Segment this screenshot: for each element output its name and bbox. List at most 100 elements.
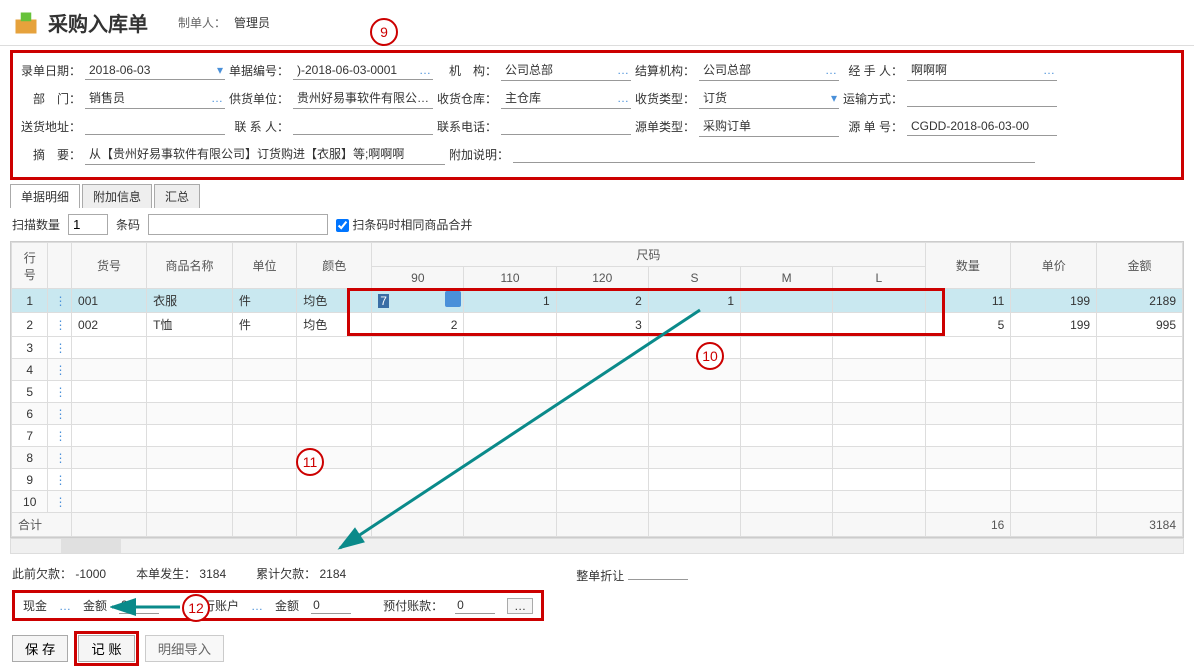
bank-picker[interactable]: …: [251, 599, 263, 613]
col-row: 行号: [12, 243, 48, 289]
bank-amt-label: 金额: [275, 597, 299, 614]
grid: 行号 货号 商品名称 单位 颜色 尺码 数量 单价 金额 90 110 120 …: [10, 241, 1184, 538]
size-cell[interactable]: 7: [372, 289, 464, 313]
tab-detail[interactable]: 单据明细: [10, 184, 80, 208]
prev-debt-label: 此前欠款：: [12, 567, 72, 581]
recv-type-field[interactable]: 订货▾: [699, 87, 839, 109]
page-title: 采购入库单: [48, 8, 148, 37]
warehouse-field[interactable]: 主仓库…: [501, 87, 631, 109]
tab-summary[interactable]: 汇总: [154, 184, 200, 208]
table-row[interactable]: 4⋮: [12, 359, 1183, 381]
size-cell[interactable]: [833, 313, 925, 337]
ship-field[interactable]: [907, 89, 1057, 107]
titlebar: 采购入库单 制单人： 管理员: [0, 0, 1194, 46]
cell-amount: 995: [1097, 313, 1183, 337]
sum-label: 累计欠款：: [256, 567, 316, 581]
callout-11: 11: [296, 448, 324, 476]
docno-field[interactable]: )-2018-06-03-0001…: [293, 61, 433, 80]
callout-12: 12: [182, 594, 210, 622]
tab-extra[interactable]: 附加信息: [82, 184, 152, 208]
cell-sku: 002: [72, 313, 147, 337]
supplier-field[interactable]: 贵州好易事软件有限公…: [293, 87, 433, 109]
col-name: 商品名称: [147, 243, 233, 289]
col-qty: 数量: [925, 243, 1011, 289]
ellipsis-icon[interactable]: …: [821, 63, 839, 77]
phone-label: 联系电话：: [437, 118, 497, 135]
calculator-icon[interactable]: [445, 291, 461, 307]
cash-picker[interactable]: …: [59, 599, 71, 613]
summary-field[interactable]: 从【贵州好易事软件有限公司】订货购进【衣服】等;啊啊啊: [85, 143, 445, 165]
table-row[interactable]: 5⋮: [12, 381, 1183, 403]
save-button[interactable]: 保 存: [12, 635, 68, 662]
size-cell[interactable]: [464, 313, 556, 337]
table-row[interactable]: 3⋮: [12, 337, 1183, 359]
table-row[interactable]: 6⋮: [12, 403, 1183, 425]
app-icon: [12, 9, 40, 37]
table-row[interactable]: 7⋮: [12, 425, 1183, 447]
dept-label: 部 门：: [21, 90, 81, 107]
discount-field[interactable]: [628, 562, 688, 580]
post-button[interactable]: 记 账: [78, 635, 134, 662]
scroll-thumb[interactable]: [61, 539, 121, 553]
col-amount: 金额: [1097, 243, 1183, 289]
date-field[interactable]: 2018-06-03▾: [85, 61, 225, 80]
merge-check[interactable]: 扫条码时相同商品合并: [336, 216, 472, 233]
cell-price: 199: [1011, 313, 1097, 337]
size-cell[interactable]: [741, 289, 833, 313]
scan-qty-input[interactable]: [68, 214, 108, 235]
bank-amt[interactable]: 0: [311, 597, 351, 614]
merge-checkbox[interactable]: [336, 219, 349, 232]
row-delete-icon[interactable]: ⋮: [48, 313, 72, 337]
size-cell[interactable]: [833, 289, 925, 313]
size-cell[interactable]: [741, 313, 833, 337]
settle-org-label: 结算机构：: [635, 62, 695, 79]
row-no: 1: [12, 289, 48, 313]
extra-field[interactable]: [513, 145, 1035, 163]
table-row[interactable]: 1⋮001衣服件均色7121111992189: [12, 289, 1183, 313]
this-val: 3184: [199, 567, 226, 581]
size-cell[interactable]: [648, 313, 740, 337]
dept-field[interactable]: 销售员…: [85, 87, 225, 109]
ellipsis-icon[interactable]: …: [1039, 63, 1057, 77]
discount-label: 整单折让: [576, 569, 624, 583]
settle-org-field[interactable]: 公司总部…: [699, 59, 839, 81]
supplier-label: 供货单位：: [229, 90, 289, 107]
export-button[interactable]: 明细导入: [145, 635, 224, 662]
src-no-field[interactable]: CGDD-2018-06-03-00: [907, 117, 1057, 136]
org-label: 机 构：: [437, 62, 497, 79]
cell-qty: 11: [925, 289, 1011, 313]
col-unit: 单位: [232, 243, 296, 289]
h-scrollbar[interactable]: [10, 538, 1184, 554]
dropdown-icon[interactable]: ▾: [829, 91, 839, 105]
contact-field[interactable]: [293, 117, 433, 135]
cell-qty: 5: [925, 313, 1011, 337]
col-s90: 90: [372, 267, 464, 289]
cash-amt[interactable]: 0: [119, 597, 159, 614]
size-cell[interactable]: 1: [464, 289, 556, 313]
org-field[interactable]: 公司总部…: [501, 59, 631, 81]
ellipsis-icon[interactable]: …: [415, 63, 433, 77]
prepay-picker[interactable]: …: [507, 598, 533, 614]
payment-box: 现金 … 金额 0 银行账户 … 金额 0 预付账款： 0 …: [12, 590, 544, 621]
table-row[interactable]: 2⋮002T恤件均色235199995: [12, 313, 1183, 337]
ellipsis-icon[interactable]: …: [207, 91, 225, 105]
cell-sku: 001: [72, 289, 147, 313]
barcode-input[interactable]: [148, 214, 328, 235]
table-row[interactable]: 8⋮: [12, 447, 1183, 469]
size-cell[interactable]: 2: [372, 313, 464, 337]
date-label: 录单日期：: [21, 62, 81, 79]
addr-field[interactable]: [85, 117, 225, 135]
dropdown-icon[interactable]: ▾: [215, 63, 225, 77]
prepay-val[interactable]: 0: [455, 597, 495, 614]
size-cell[interactable]: 3: [556, 313, 648, 337]
row-delete-icon[interactable]: ⋮: [48, 289, 72, 313]
table-row[interactable]: 10⋮: [12, 491, 1183, 513]
size-cell[interactable]: 2: [556, 289, 648, 313]
ellipsis-icon[interactable]: …: [613, 91, 631, 105]
size-cell[interactable]: 1: [648, 289, 740, 313]
table-row[interactable]: 9⋮: [12, 469, 1183, 491]
handler-field[interactable]: 啊啊啊…: [907, 59, 1057, 81]
src-type-field[interactable]: 采购订单: [699, 115, 839, 137]
ellipsis-icon[interactable]: …: [613, 63, 631, 77]
phone-field[interactable]: [501, 117, 631, 135]
